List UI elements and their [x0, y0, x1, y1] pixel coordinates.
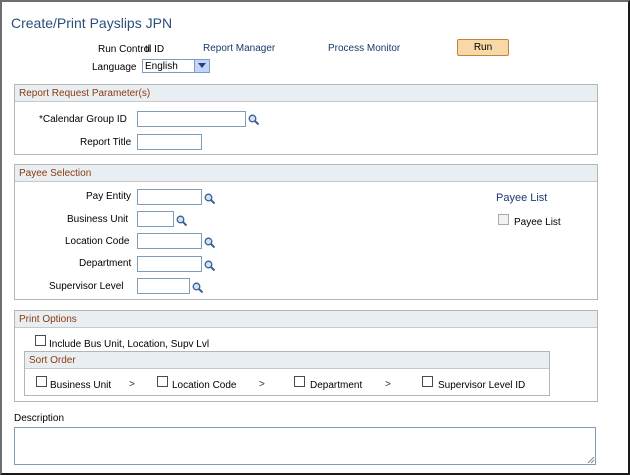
print-options-header: Print Options	[15, 311, 597, 328]
supervisor-level-label: Supervisor Level	[49, 281, 124, 292]
payee-selection-group: Payee Selection	[14, 164, 598, 300]
business-unit-lookup-icon[interactable]	[176, 215, 187, 226]
pay-entity-label: Pay Entity	[86, 191, 132, 202]
department-input[interactable]	[137, 256, 202, 272]
sort-location-code-checkbox[interactable]	[157, 376, 168, 387]
sort-supervisor-level-checkbox[interactable]	[422, 376, 433, 387]
sort-location-code-label: Location Code	[172, 380, 237, 391]
language-select-value: English	[145, 61, 178, 72]
language-select[interactable]: English	[142, 59, 210, 73]
location-code-lookup-icon[interactable]	[204, 237, 215, 248]
department-lookup-icon[interactable]	[204, 260, 215, 271]
location-code-label: Location Code	[65, 236, 130, 247]
department-label: Department	[79, 258, 132, 269]
report-manager-link[interactable]: Report Manager	[203, 43, 275, 54]
business-unit-input[interactable]	[137, 211, 174, 227]
resize-grip-icon[interactable]	[586, 455, 595, 464]
description-label: Description	[14, 413, 65, 424]
sort-order-header: Sort Order	[25, 352, 549, 369]
report-title-input[interactable]	[137, 134, 202, 150]
sort-separator: >	[259, 379, 265, 390]
calendar-group-lookup-icon[interactable]	[248, 114, 259, 125]
supervisor-level-lookup-icon[interactable]	[192, 282, 203, 293]
process-monitor-link[interactable]: Process Monitor	[328, 43, 400, 54]
business-unit-label: Business Unit	[67, 214, 129, 225]
calendar-group-input[interactable]	[137, 111, 246, 127]
pay-entity-lookup-icon[interactable]	[204, 193, 215, 204]
pay-entity-input[interactable]	[137, 189, 202, 205]
chevron-down-icon[interactable]	[194, 60, 209, 72]
payee-list-link[interactable]: Payee List	[496, 192, 547, 204]
calendar-group-label: *Calendar Group ID	[39, 114, 127, 125]
supervisor-level-input[interactable]	[137, 278, 190, 294]
include-label: Include Bus Unit, Location, Supv Lvl	[49, 339, 210, 350]
description-textarea[interactable]	[14, 427, 596, 465]
run-button[interactable]: Run	[457, 39, 509, 56]
sort-department-label: Department	[310, 380, 363, 391]
location-code-input[interactable]	[137, 233, 202, 249]
run-control-label: Run Control ID	[98, 44, 165, 55]
sort-supervisor-level-label: Supervisor Level ID	[438, 380, 526, 391]
page-title: Create/Print Payslips JPN	[11, 15, 173, 31]
payee-list-checkbox-label: Payee List	[514, 217, 561, 228]
sort-separator: >	[129, 379, 135, 390]
run-control-value: tl	[145, 44, 150, 55]
sort-separator: >	[385, 379, 391, 390]
sort-department-checkbox[interactable]	[294, 376, 305, 387]
report-title-label: Report Title	[80, 137, 132, 148]
sort-business-unit-label: Business Unit	[50, 380, 112, 391]
report-params-header: Report Request Parameter(s)	[15, 85, 597, 102]
sort-business-unit-checkbox[interactable]	[36, 376, 47, 387]
language-label: Language	[92, 62, 137, 73]
payee-selection-header: Payee Selection	[15, 165, 597, 182]
include-checkbox[interactable]	[35, 335, 46, 346]
payee-list-checkbox[interactable]	[498, 214, 509, 225]
